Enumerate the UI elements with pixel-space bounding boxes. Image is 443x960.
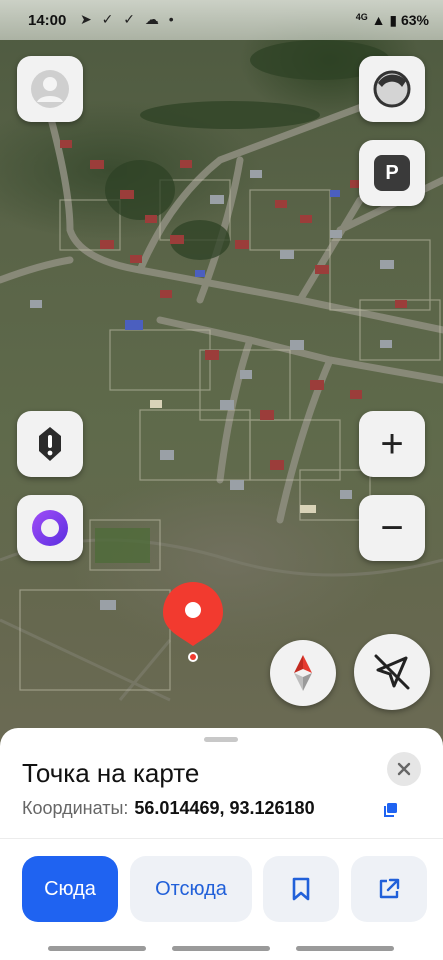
parking-button[interactable]: P — [359, 140, 425, 206]
status-right: 4G ▲ ▮ 63% — [356, 12, 429, 29]
coordinates-value: 56.014469, 93.126180 — [134, 798, 315, 818]
bookmark-icon — [292, 877, 310, 901]
route-to-label: Сюда — [44, 877, 96, 900]
place-card-sheet[interactable]: Точка на карте Координаты: 56.014469, 93.… — [0, 728, 443, 960]
route-from-label: Отсюда — [155, 877, 227, 900]
minus-icon: − — [380, 506, 404, 550]
bookmark-button[interactable] — [263, 856, 339, 922]
nav-home[interactable] — [172, 946, 270, 951]
zoom-out-button[interactable]: − — [359, 495, 425, 561]
route-from-button[interactable]: Отсюда — [130, 856, 252, 922]
sheet-drag-handle[interactable] — [204, 737, 238, 742]
location-arrow-icon — [374, 654, 410, 690]
status-time: 14:00 — [28, 12, 67, 29]
route-to-button[interactable]: Сюда — [22, 856, 118, 922]
plus-icon: + — [380, 422, 404, 466]
close-icon — [397, 762, 411, 776]
coordinates-label: Координаты: — [22, 798, 129, 818]
nav-back[interactable] — [296, 946, 394, 951]
divider — [0, 838, 443, 839]
compass-button[interactable] — [270, 640, 336, 706]
alert-icon — [39, 427, 61, 461]
alice-assistant-icon — [32, 510, 68, 546]
zoom-in-button[interactable]: + — [359, 411, 425, 477]
copy-icon[interactable] — [382, 802, 398, 818]
share-button[interactable] — [351, 856, 427, 922]
nav-recent-apps[interactable] — [48, 946, 146, 951]
profile-avatar-icon — [31, 70, 69, 108]
battery-icon: ▮ — [389, 12, 398, 28]
network-label: 4G — [355, 12, 368, 22]
parking-label: P — [385, 161, 399, 184]
parking-icon: P — [374, 155, 410, 191]
layers-icon — [373, 70, 411, 108]
location-marker-icon[interactable] — [158, 576, 228, 666]
alice-button[interactable] — [17, 495, 83, 561]
profile-button[interactable] — [17, 56, 83, 122]
coordinates-row: Координаты: 56.014469, 93.126180 — [22, 798, 315, 819]
close-button[interactable] — [387, 752, 421, 786]
place-title: Точка на карте — [22, 758, 200, 788]
status-bar: 14:00 ➤ ✓ ✓ ☁ • 4G ▲ ▮ 63% — [0, 0, 443, 40]
road-alert-button[interactable] — [17, 411, 83, 477]
my-location-button[interactable] — [354, 634, 430, 710]
layers-button[interactable] — [359, 56, 425, 122]
notification-icons: ➤ ✓ ✓ ☁ • — [80, 11, 177, 27]
battery-percent: 63% — [400, 12, 429, 28]
compass-icon — [294, 655, 312, 691]
share-icon — [379, 878, 400, 899]
signal-icon: ▲ — [371, 12, 386, 28]
